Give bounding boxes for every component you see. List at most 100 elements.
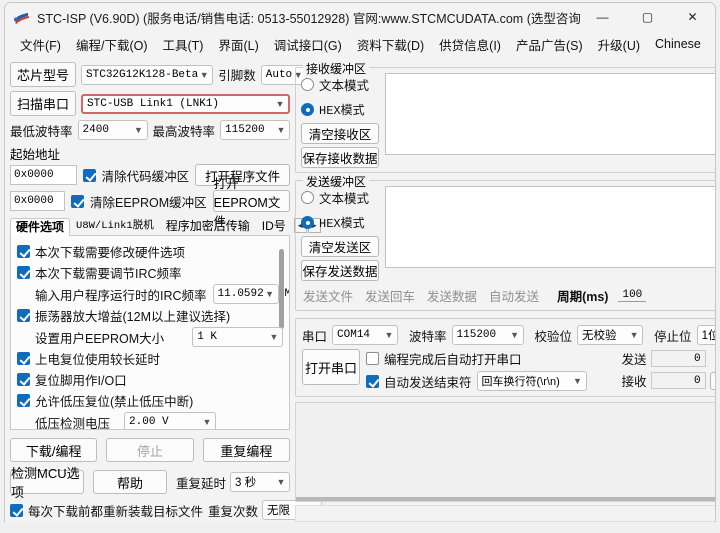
port-label: 串口 [302,329,328,344]
log-output-area[interactable]: ▲ ▼ [295,402,715,502]
send-file-button[interactable]: 发送文件 [301,285,355,306]
tx-count-value: 0 [650,350,706,367]
chevron-down-icon: ▼ [265,289,274,299]
help-button[interactable]: 帮助 [92,470,167,494]
max-baud-select[interactable]: 115200 ▼ [220,120,290,140]
clear-receive-button[interactable]: 清空接收区 [301,123,379,144]
download-program-button[interactable]: 下载/编程 [10,438,98,462]
baud-select[interactable]: 115200 ▼ [451,325,524,345]
title-bar: STC-ISP (V6.90D) (服务电话/销售电话: 0513-550129… [5,3,715,32]
opt-modify-hardware-options[interactable]: 本次下载需要修改硬件选项 [17,242,283,261]
send-text-mode-row[interactable]: 文本模式 [301,188,379,207]
log-progress-bar [296,497,715,501]
receive-hex-mode-radio[interactable] [301,103,314,116]
eeprom-address-input[interactable]: 0x0000 [10,191,65,211]
power-reset-delay-checkbox[interactable] [17,352,30,365]
menu-upgrade[interactable]: 升级(U) [591,33,647,56]
maximize-button[interactable]: ▢ [625,3,670,32]
send-text-mode-radio[interactable] [301,191,314,204]
send-period-input[interactable]: 100 [618,289,647,302]
receive-text-mode-row[interactable]: 文本模式 [301,75,379,94]
clear-code-buffer-checkbox[interactable] [82,168,96,182]
send-textarea[interactable]: ▲ ▼ [385,186,715,268]
opt-power-reset-delay[interactable]: 上电复位使用较长延时 [17,349,283,368]
detect-mcu-options-button[interactable]: 检测MCU选项 [10,466,84,500]
send-carriage-return-button[interactable]: 发送回车 [363,285,417,306]
auto-terminator-row[interactable]: 自动发送结束符 回车换行符(\r\n) ▼ [366,371,587,391]
auto-open-port-row[interactable]: 编程完成后自动打开串口 [366,349,587,368]
repeat-program-button[interactable]: 重复编程 [202,438,290,462]
hw-tab-encrypted-transfer[interactable]: 程序加密后传输 [160,217,256,235]
menu-supply-info[interactable]: 供贷信息(I) [432,33,508,56]
scan-port-button[interactable]: 扫描串口 [10,91,77,116]
send-data-button[interactable]: 发送数据 [425,285,479,306]
menu-debug-interface[interactable]: 调试接口(G) [267,33,349,56]
baud-value: 115200 [456,329,497,341]
port-select[interactable]: COM14 ▼ [332,325,399,345]
receive-textarea[interactable]: ▲ ▼ [385,73,715,155]
rx-count-value: 0 [650,372,706,389]
repeat-delay-select[interactable]: 3 秒 ▼ [229,472,290,492]
pin-count-label: 引脚数 [218,69,256,83]
opt-oscillator-gain[interactable]: 振荡器放大增益(12M以上建议选择) [17,306,283,325]
adjust-irc-frequency-checkbox[interactable] [17,266,30,279]
hw-tab-id-number[interactable]: ID号 [256,217,292,235]
auto-terminator-checkbox[interactable] [366,374,379,388]
menu-product-ads[interactable]: 产品广告(S) [509,33,590,56]
eeprom-size-select[interactable]: 1 K ▼ [192,327,283,347]
hardware-option-tabs: 硬件选项 U8W/Link1脱机 程序加密后传输 ID号 ◄ ► [10,216,321,236]
modify-hardware-options-checkbox[interactable] [17,245,30,258]
send-period-label: 周期(ms) [557,290,609,304]
min-baud-select[interactable]: 2400 ▼ [77,120,148,140]
hw-tab-hardware-options[interactable]: 硬件选项 [10,218,71,236]
stopbit-select[interactable]: 1位 ▼ [696,325,715,345]
parity-select[interactable]: 无校验 ▼ [577,325,644,345]
hw-tab-u8w-link1-offline[interactable]: U8W/Link1脱机 [70,217,160,235]
code-address-input[interactable]: 0x0000 [10,165,77,185]
scan-port-select[interactable]: STC-USB Link1 (LNK1) ▼ [81,93,290,114]
clear-send-button[interactable]: 清空发送区 [301,236,379,257]
opt-low-voltage-reset[interactable]: 允许低压复位(禁止低压中断) [17,391,283,410]
scrollbar-thumb[interactable] [279,249,284,329]
menu-file[interactable]: 文件(F) [13,33,68,56]
clear-eeprom-buffer-checkbox[interactable] [70,194,84,208]
menu-english[interactable]: English [709,35,715,53]
menu-data-download[interactable]: 资料下载(D) [350,33,431,56]
save-receive-button[interactable]: 保存接收数据 [301,147,379,168]
low-voltage-reset-checkbox[interactable] [17,394,30,407]
chip-model-label[interactable]: 芯片型号 [10,62,77,87]
menu-program-download[interactable]: 编程/下载(O) [69,33,155,56]
low-voltage-detect-select[interactable]: 2.00 V ▼ [124,412,217,429]
irc-frequency-row: 输入用户程序运行时的IRC频率 11.0592 ▼ MHz [35,284,289,304]
auto-open-port-checkbox[interactable] [366,352,379,365]
clear-counters-button[interactable]: 清零 [709,371,715,390]
clear-eeprom-buffer-label: 清除EEPROM缓冲区 [89,195,207,210]
receive-text-mode-radio[interactable] [301,78,314,91]
port-settings-row: 串口 COM14 ▼ 波特率 115200 ▼ 校验位 无校验 ▼ 停止位 1 [302,325,715,345]
auto-send-button[interactable]: 自动发送 [487,285,541,306]
opt-reset-pin-io[interactable]: 复位脚用作I/O口 [17,370,283,389]
menu-tools[interactable]: 工具(T) [156,33,211,56]
open-port-button[interactable]: 打开串口 [302,349,360,385]
opt-adjust-irc-frequency[interactable]: 本次下载需要调节IRC频率 [17,263,283,282]
reload-target-checkbox[interactable] [10,503,23,517]
send-hex-mode-row[interactable]: HEX模式 [301,214,379,231]
reset-pin-io-checkbox[interactable] [17,373,30,386]
reload-target-row: 每次下载前都重新装载目标文件 重复次数 无限 ▼ [10,500,323,520]
open-eeprom-file-button[interactable]: 打开EEPROM文件 [212,177,290,229]
send-hex-mode-radio[interactable] [301,216,314,229]
minimize-button[interactable]: — [580,3,625,32]
irc-frequency-select[interactable]: 11.0592 ▼ [212,284,279,304]
save-send-button[interactable]: 保存发送数据 [301,260,379,281]
receive-hex-mode-row[interactable]: HEX模式 [301,101,379,118]
menu-interface[interactable]: 界面(L) [211,33,265,56]
chip-model-select[interactable]: STC32G12K128-Beta ▼ [81,64,214,85]
modify-hardware-options-label: 本次下载需要修改硬件选项 [35,246,186,260]
terminator-select[interactable]: 回车换行符(\r\n) ▼ [476,371,587,391]
stop-button[interactable]: 停止 [106,438,194,462]
send-text-mode-label: 文本模式 [319,192,370,206]
auto-terminator-label: 自动发送结束符 [384,375,472,390]
menu-chinese[interactable]: Chinese [648,35,708,53]
close-button[interactable]: ✕ [670,3,715,32]
oscillator-gain-checkbox[interactable] [17,309,30,322]
